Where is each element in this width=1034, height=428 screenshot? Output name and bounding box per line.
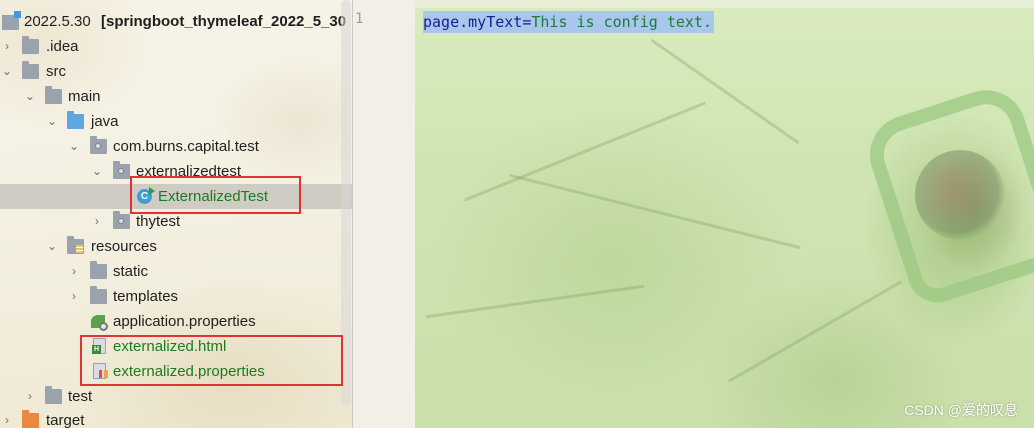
tree-row-java[interactable]: ⌄ java	[0, 109, 352, 134]
excluded-folder-icon	[22, 410, 39, 428]
tree-row-target[interactable]: › target	[0, 408, 352, 428]
tree-row-resources[interactable]: ⌄ resources	[0, 234, 352, 259]
chevron-right-icon[interactable]: ›	[0, 34, 14, 59]
tree-row-templates[interactable]: › templates	[0, 284, 352, 309]
source-folder-icon	[67, 111, 84, 129]
tree-label-app-properties: application.properties	[113, 313, 256, 330]
chevron-right-icon[interactable]: ›	[67, 259, 81, 284]
chevron-right-icon[interactable]: ›	[90, 209, 104, 234]
folder-icon	[45, 386, 62, 404]
tree-label-package: com.burns.capital.test	[113, 138, 259, 155]
line-number: 1	[355, 11, 364, 27]
editor-gutter: 1	[353, 0, 415, 428]
folder-icon	[45, 86, 62, 104]
chevron-down-icon[interactable]: ⌄	[45, 109, 59, 134]
tree-label-target: target	[46, 412, 85, 428]
chevron-down-icon[interactable]: ⌄	[67, 134, 81, 159]
folder-icon	[22, 61, 39, 79]
annotation-box-class	[130, 176, 301, 214]
package-icon	[113, 211, 130, 229]
annotation-box-files	[80, 335, 343, 386]
tree-row-static[interactable]: › static	[0, 259, 352, 284]
code-line-1[interactable]: page.myText=This is config text.	[423, 11, 714, 33]
panel-divider[interactable]	[352, 0, 353, 428]
chevron-down-icon[interactable]: ⌄	[23, 84, 37, 109]
tree-row-package[interactable]: ⌄ com.burns.capital.test	[0, 134, 352, 159]
root-folder-label: 2022.5.30	[24, 13, 91, 30]
tree-label-java: java	[91, 113, 119, 130]
chevron-down-icon[interactable]: ⌄	[90, 159, 104, 184]
resources-folder-icon	[67, 236, 84, 254]
property-key: page.myText	[423, 13, 523, 31]
tree-row-root[interactable]: ⌄ 2022.5.30 [springboot_thymeleaf_2022_5…	[0, 9, 352, 34]
folder-icon	[22, 36, 39, 54]
editor-area[interactable]	[415, 0, 1034, 428]
package-icon	[113, 161, 130, 179]
chevron-right-icon[interactable]: ›	[23, 384, 37, 409]
tree-label-templates: templates	[113, 288, 179, 305]
folder-icon	[90, 261, 107, 279]
chevron-right-icon[interactable]: ›	[0, 408, 14, 428]
tree-row-main[interactable]: ⌄ main	[0, 84, 352, 109]
watermark: CSDN @爱的叹息	[904, 402, 1018, 418]
tree-label-idea: .idea	[46, 38, 79, 55]
package-icon	[90, 136, 107, 154]
tree-label-src: src	[46, 63, 66, 80]
module-icon	[2, 11, 21, 30]
spring-properties-icon	[91, 315, 108, 331]
tree-row-test[interactable]: › test	[0, 384, 352, 409]
tree-row-idea[interactable]: › .idea	[0, 34, 352, 59]
folder-icon	[90, 286, 107, 304]
tree-label-main: main	[68, 88, 101, 105]
chevron-right-icon[interactable]: ›	[67, 284, 81, 309]
tree-row-app-properties[interactable]: application.properties	[0, 309, 352, 334]
module-name-label: [springboot_thymeleaf_2022_5_30	[101, 13, 347, 30]
project-panel: ⌄ 2022.5.30 [springboot_thymeleaf_2022_5…	[0, 0, 352, 428]
tree-label-test: test	[68, 388, 93, 405]
chevron-down-icon[interactable]: ⌄	[45, 234, 59, 259]
tree-label-resources: resources	[91, 238, 157, 255]
chevron-down-icon[interactable]: ⌄	[0, 59, 14, 84]
tree-row-src[interactable]: ⌄ src	[0, 59, 352, 84]
property-value: This is config text.	[531, 13, 712, 31]
tree-label-static: static	[113, 263, 149, 280]
